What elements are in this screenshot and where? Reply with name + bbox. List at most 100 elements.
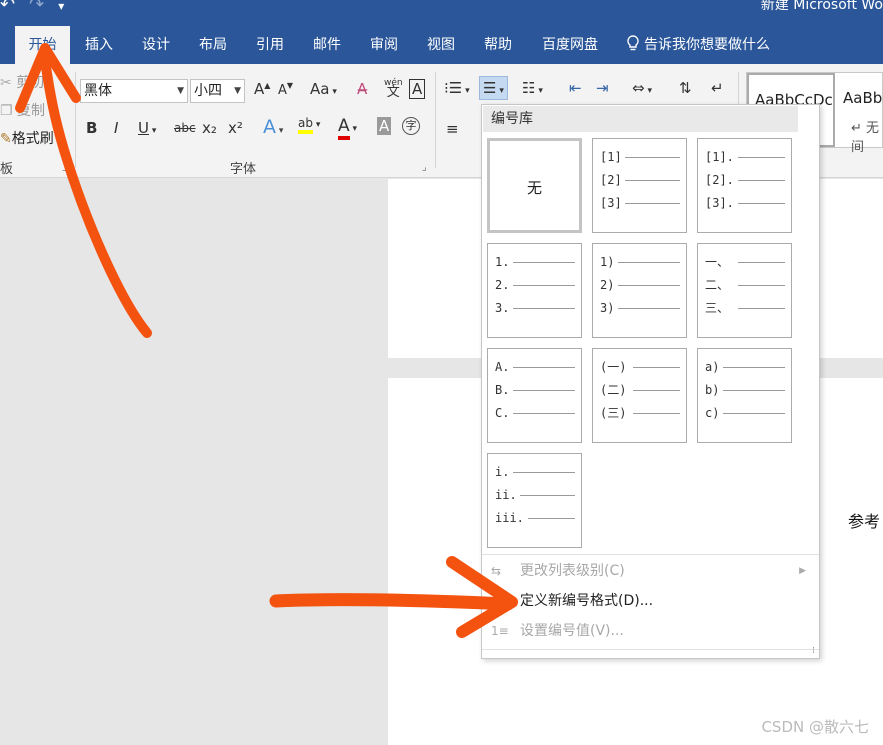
numbering-tile-line: 1. xyxy=(495,255,510,269)
numbering-tile-line: c) xyxy=(705,406,720,420)
numbering-library-dropdown: 编号库 无 [1] [2] [3] [1]. [2]. [3]. 1. 2. 3… xyxy=(481,104,820,659)
customize-icon[interactable]: ▾ xyxy=(58,0,64,13)
decrease-indent-icon[interactable]: ⇤ xyxy=(569,79,582,97)
show-marks-icon[interactable]: ↵ xyxy=(711,79,724,97)
undo-icon[interactable]: ↶ xyxy=(0,0,15,15)
format-painter-button[interactable]: ✎格式刷 xyxy=(0,128,54,148)
set-numbering-value-item[interactable]: 1≡ 设置编号值(V)... xyxy=(483,616,818,646)
subscript-button[interactable]: x₂ xyxy=(202,119,217,137)
numbering-tile-line: 1) xyxy=(600,255,615,269)
italic-button[interactable]: I xyxy=(114,119,118,137)
change-list-level-item[interactable]: ⇆ 更改列表级别(C) ▶ xyxy=(483,556,818,586)
phonetic-guide-bottom: 文 xyxy=(386,85,400,100)
phonetic-guide-button[interactable]: wén 文 xyxy=(384,78,403,99)
numbering-tile-lower-letter[interactable]: a) b) c) xyxy=(697,348,792,443)
quick-access-toolbar: ↶ ↷ ▾ xyxy=(0,0,78,15)
numbering-tile-line: [1] xyxy=(600,150,622,164)
numbering-tile-chinese[interactable]: 一、 二、 三、 xyxy=(697,243,792,338)
increase-indent-icon[interactable]: ⇥ xyxy=(596,79,609,97)
align-left-icon[interactable]: ≡ xyxy=(446,120,459,138)
tab-baidu-netdisk[interactable]: 百度网盘 xyxy=(532,26,608,64)
font-name-value: 黑体 xyxy=(84,83,112,99)
text-effects-button[interactable]: A ▾ xyxy=(263,116,283,138)
numbering-tile-line: 三、 xyxy=(705,301,730,315)
numbering-tile-digit-paren[interactable]: 1) 2) 3) xyxy=(592,243,687,338)
document-text: 参考 xyxy=(848,512,881,531)
scissors-icon: ✂ xyxy=(0,75,12,91)
clear-formatting-icon[interactable]: A̶ xyxy=(357,80,367,98)
cut-button[interactable]: ✂ 剪切 xyxy=(0,72,44,92)
enclose-characters-icon: 字 xyxy=(405,119,417,132)
chinese-layout-icon: ⇔ xyxy=(632,79,645,97)
tile-rule xyxy=(528,518,575,519)
sort-icon[interactable]: ⇅ xyxy=(679,79,692,97)
multilevel-list-button[interactable]: ☷ ▾ xyxy=(522,79,543,97)
tab-help[interactable]: 帮助 xyxy=(473,26,523,64)
numbering-tile-chinese-paren[interactable]: (一) (二) (三) xyxy=(592,348,687,443)
tile-rule xyxy=(513,413,575,414)
clipboard-launcher-icon[interactable]: ⌟ xyxy=(62,162,67,173)
numbering-tile-bracket[interactable]: [1] [2] [3] xyxy=(592,138,687,233)
tab-mailings[interactable]: 邮件 xyxy=(302,26,352,64)
numbering-none-tile[interactable]: 无 xyxy=(487,138,582,233)
tab-references[interactable]: 引用 xyxy=(245,26,295,64)
tile-rule xyxy=(513,285,575,286)
underline-button[interactable]: U ▾ xyxy=(138,119,156,137)
bold-button[interactable]: B xyxy=(86,119,97,137)
tab-home[interactable]: 开始 xyxy=(15,26,70,64)
shrink-font-button[interactable]: A▼ xyxy=(278,80,293,98)
window-title: 新建 Microsoft Wo xyxy=(760,0,883,13)
enclose-characters-button[interactable]: 字 xyxy=(402,117,420,135)
tile-rule xyxy=(723,413,785,414)
tile-rule xyxy=(738,180,785,181)
tile-rule xyxy=(723,367,785,368)
font-size-combo[interactable]: 小四 ▼ xyxy=(190,79,245,103)
font-color-button[interactable]: A ▾ xyxy=(338,116,357,140)
superscript-button[interactable]: x² xyxy=(228,119,243,137)
strikethrough-button[interactable]: abc xyxy=(174,121,196,135)
font-size-value: 小四 xyxy=(194,83,222,99)
character-shading-button[interactable]: A xyxy=(377,117,392,135)
tab-layout[interactable]: 布局 xyxy=(188,26,238,64)
character-border-button[interactable]: A xyxy=(409,79,426,99)
numbering-tile-line: [3] xyxy=(600,196,622,210)
copy-button[interactable]: ❐ 复制 xyxy=(0,100,45,120)
shrink-font-icon: A xyxy=(278,83,287,98)
tell-me-box[interactable]: 告诉我你想要做什么 xyxy=(626,26,770,64)
redo-icon[interactable]: ↷ xyxy=(29,0,44,15)
character-shading-icon: A xyxy=(379,117,390,135)
tile-rule xyxy=(723,390,785,391)
resize-grip-icon[interactable]: ⁞ xyxy=(812,646,815,656)
numbering-tile-upper-letter[interactable]: A. B. C. xyxy=(487,348,582,443)
tab-review[interactable]: 审阅 xyxy=(359,26,409,64)
define-new-number-format-item[interactable]: 定义新编号格式(D)... xyxy=(483,586,818,616)
bullets-button[interactable]: ⁝☰ ▾ xyxy=(444,79,470,97)
numbering-tile-line: 3) xyxy=(600,301,615,315)
highlight-button[interactable]: ab ▾ xyxy=(298,116,320,134)
change-case-button[interactable]: Aa ▾ xyxy=(310,80,337,98)
numbering-tile-line: iii. xyxy=(495,511,524,525)
numbering-button[interactable]: ☰ ▾ xyxy=(479,76,508,100)
tab-insert[interactable]: 插入 xyxy=(73,26,125,64)
numbering-tile-bracket-dot[interactable]: [1]. [2]. [3]. xyxy=(697,138,792,233)
tab-design[interactable]: 设计 xyxy=(131,26,181,64)
font-name-combo[interactable]: 黑体 ▼ xyxy=(80,79,188,103)
numbering-tile-digit-dot[interactable]: 1. 2. 3. xyxy=(487,243,582,338)
menu-divider xyxy=(482,649,819,650)
font-launcher-icon[interactable]: ⌟ xyxy=(422,162,427,173)
change-case-icon: Aa xyxy=(310,80,330,98)
ribbon-tab-bar: 开始 插入 设计 布局 引用 邮件 审阅 视图 帮助 百度网盘 告诉我你想要做什… xyxy=(0,26,883,64)
chinese-layout-button[interactable]: ⇔ ▾ xyxy=(632,79,652,97)
grow-font-button[interactable]: A▲ xyxy=(254,80,270,98)
grow-font-icon: A xyxy=(254,80,265,98)
font-group-label: 字体 xyxy=(230,162,257,177)
group-divider xyxy=(435,72,436,168)
tab-view[interactable]: 视图 xyxy=(416,26,466,64)
tile-rule xyxy=(625,203,680,204)
numbering-tile-line: (二) xyxy=(600,383,627,397)
paintbrush-icon: ✎ xyxy=(0,131,12,147)
set-numbering-value-label: 设置编号值(V)... xyxy=(520,623,624,639)
numbering-tile-roman[interactable]: i. ii. iii. xyxy=(487,453,582,548)
numbering-tile-line: a) xyxy=(705,360,720,374)
chevron-down-icon: ▼ xyxy=(177,86,184,96)
